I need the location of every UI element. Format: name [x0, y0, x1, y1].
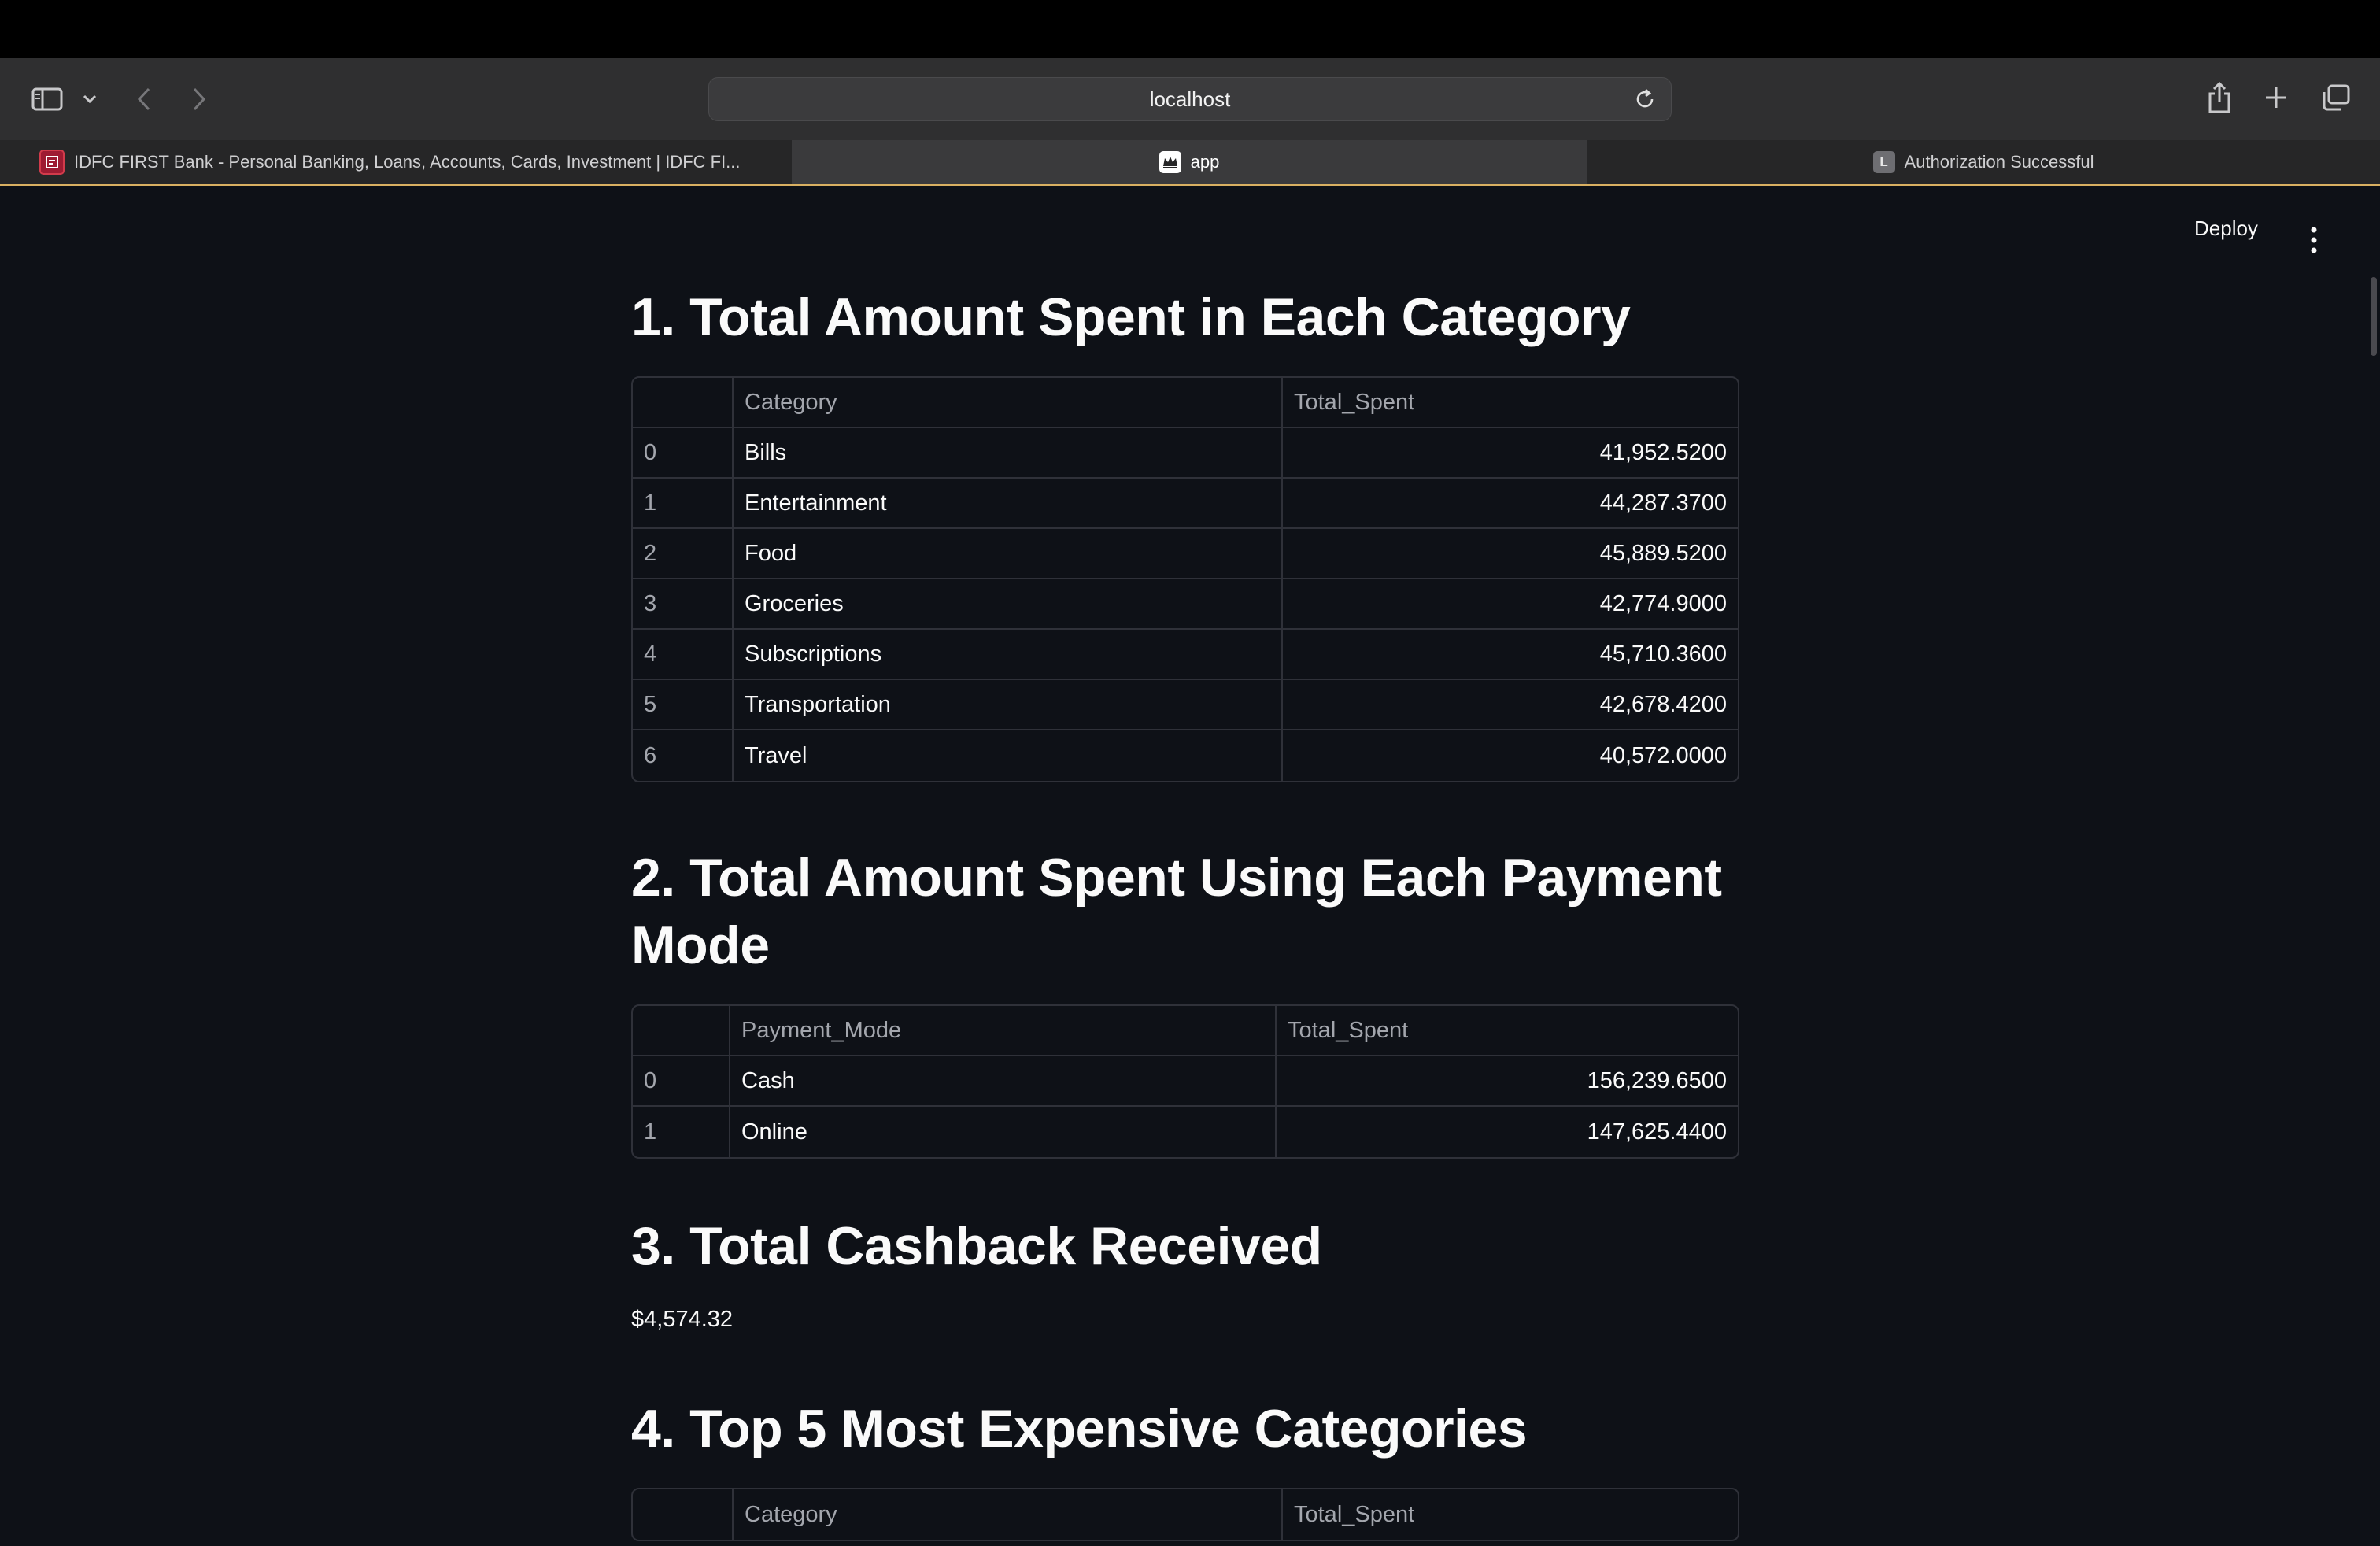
reload-icon[interactable]: [1633, 87, 1658, 113]
category-cell: Transportation: [734, 680, 1283, 730]
category-cell: Travel: [734, 730, 1283, 781]
table-row: 6 Travel 40,572.0000: [633, 730, 1738, 781]
back-icon[interactable]: [132, 83, 156, 115]
index-header: [633, 378, 734, 428]
category-spend-table: Category Total_Spent 0 Bills 41,952.5200 1…: [631, 376, 1739, 782]
amount-cell: 147,625.4400: [1587, 1119, 1727, 1145]
tab-authorization[interactable]: L Authorization Successful: [1587, 140, 2380, 184]
category-cell: Groceries: [734, 579, 1283, 630]
category-cell: Entertainment: [734, 479, 1283, 529]
tab-bar: IDFC FIRST Bank - Personal Banking, Loan…: [0, 140, 2380, 186]
table-header-row: Category Total_Spent: [633, 378, 1738, 428]
amount-cell: 45,710.3600: [1283, 630, 1738, 680]
category-cell: Bills: [734, 428, 1283, 479]
amount-cell: 42,678.4200: [1283, 680, 1738, 730]
table-row: 5 Transportation 42,678.4200: [633, 680, 1738, 730]
sidebar-toggle-icon[interactable]: [30, 82, 65, 117]
forward-icon[interactable]: [187, 83, 211, 115]
tab-idfc-bank[interactable]: IDFC FIRST Bank - Personal Banking, Loan…: [0, 140, 792, 184]
row-index: 2: [633, 529, 734, 579]
table-row: 0 Bills 41,952.5200: [633, 428, 1738, 479]
tab-app[interactable]: app: [792, 140, 1587, 184]
row-index: 5: [633, 680, 734, 730]
page-scrollbar[interactable]: [2371, 277, 2377, 356]
column-header[interactable]: Total_Spent: [1283, 378, 1738, 428]
table-row: 1 Entertainment 44,287.3700: [633, 479, 1738, 529]
section-2-title-line-1: 2. Total Amount Spent Using Each Payment: [631, 848, 1722, 908]
idfc-favicon-icon: [39, 150, 65, 175]
row-index: 1: [633, 1107, 730, 1157]
column-header[interactable]: Total_Spent: [1277, 1006, 1738, 1056]
column-header[interactable]: Category: [734, 378, 1283, 428]
tab-letter-icon: L: [1872, 151, 1895, 173]
row-index: 4: [633, 630, 734, 680]
table-row: 2 Food 45,889.5200: [633, 529, 1738, 579]
new-tab-icon[interactable]: [2260, 82, 2292, 113]
table-row: 4 Subscriptions 45,710.3600: [633, 630, 1738, 680]
payment-mode-cell: Cash: [730, 1056, 1277, 1107]
table-header-row: Category Total_Spent: [633, 1489, 1738, 1540]
table-row: 1 Online 147,625.4400: [633, 1107, 1738, 1157]
streamlit-crown-icon: [1159, 151, 1181, 173]
amount-cell: 42,774.9000: [1283, 579, 1738, 630]
row-index: 6: [633, 730, 734, 781]
menu-bar-area: [0, 0, 2380, 58]
section-4-title: 4. Top 5 Most Expensive Categories: [631, 1399, 1528, 1459]
column-header[interactable]: Total_Spent: [1283, 1489, 1738, 1540]
main-menu-icon[interactable]: [2311, 227, 2317, 253]
table-row: 0 Cash 156,239.6500: [633, 1056, 1738, 1107]
top-categories-table: Category Total_Spent: [631, 1488, 1739, 1541]
address-bar[interactable]: localhost: [708, 77, 1672, 121]
section-3-title: 3. Total Cashback Received: [631, 1216, 1322, 1276]
url-text: localhost: [1149, 87, 1231, 111]
category-cell: Subscriptions: [734, 630, 1283, 680]
row-index: 0: [633, 428, 734, 479]
amount-cell: 44,287.3700: [1283, 479, 1738, 529]
section-1-title: 1. Total Amount Spent in Each Category: [631, 287, 1631, 347]
chevron-down-icon[interactable]: [80, 90, 99, 109]
tab-overview-icon[interactable]: [2319, 82, 2353, 113]
payment-mode-cell: Online: [730, 1107, 1277, 1157]
row-index: 0: [633, 1056, 730, 1107]
tab-label: IDFC FIRST Bank - Personal Banking, Loan…: [74, 152, 741, 172]
section-2-title: 2. Total Amount Spent Using Each Payment…: [631, 844, 1722, 979]
column-header[interactable]: Category: [734, 1489, 1283, 1540]
share-icon[interactable]: [2204, 79, 2235, 117]
section-2-title-line-2: Mode: [631, 915, 770, 975]
index-header: [633, 1489, 734, 1540]
tab-label: Authorization Successful: [1904, 152, 2094, 172]
category-cell: Food: [734, 529, 1283, 579]
amount-cell: 45,889.5200: [1283, 529, 1738, 579]
amount-cell: 156,239.6500: [1277, 1056, 1738, 1107]
cashback-value: $4,574.32: [631, 1307, 734, 1332]
amount-cell: 41,952.5200: [1283, 428, 1738, 479]
tab-label: app: [1190, 152, 1220, 172]
deploy-button[interactable]: Deploy: [2194, 216, 2258, 241]
table-row: 3 Groceries 42,774.9000: [633, 579, 1738, 630]
table-header-row: Payment_Mode Total_Spent: [633, 1006, 1738, 1056]
row-index: 1: [633, 479, 734, 529]
payment-mode-table: Payment_Mode Total_Spent 0 Cash 156,239.65…: [631, 1004, 1739, 1159]
column-header[interactable]: Payment_Mode: [730, 1006, 1277, 1056]
row-index: 3: [633, 579, 734, 630]
amount-cell: 40,572.0000: [1599, 742, 1727, 768]
index-header: [633, 1006, 730, 1056]
